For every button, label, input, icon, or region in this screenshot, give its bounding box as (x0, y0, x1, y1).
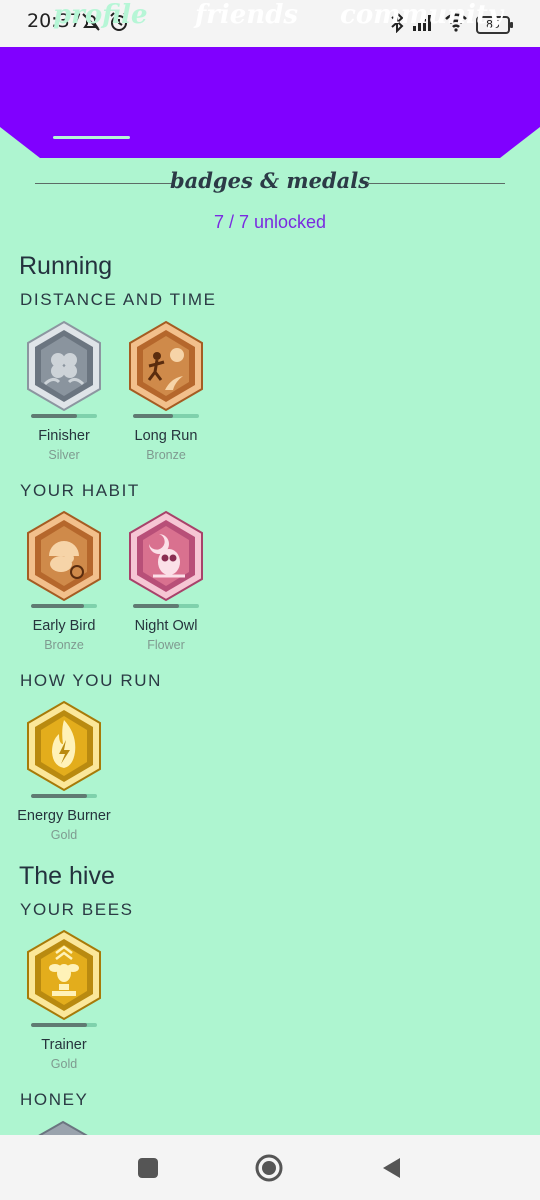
badge-name: Trainer (41, 1037, 87, 1053)
section-title: badges & medals (169, 168, 371, 193)
badge-name: Night Owl (134, 618, 198, 634)
triangle-back-icon (383, 1158, 400, 1178)
circle-icon (255, 1154, 283, 1182)
flame-bolt-medal-icon (27, 700, 101, 792)
unlocked-count: 7 / 7 unlocked (213, 212, 327, 232)
badge-name: Energy Burner (17, 808, 111, 824)
square-icon (138, 1158, 158, 1178)
partial-badge-icon (33, 1120, 93, 1135)
badge-long-run[interactable]: Long Run Bronze (116, 320, 216, 462)
tab-profile[interactable]: profile (53, 0, 148, 30)
subheading-honey: HONEY (20, 1090, 89, 1109)
system-nav-bar (0, 1135, 540, 1200)
badge-night-owl[interactable]: Night Owl Flower (116, 510, 216, 652)
badge-tier: Gold (50, 828, 78, 842)
tab-friends[interactable]: friends (195, 0, 298, 30)
badge-progress (31, 794, 97, 798)
header-bar (0, 47, 540, 158)
badge-name: Early Bird (32, 618, 96, 634)
bee-trophy-medal-icon (27, 929, 101, 1021)
badge-energy-burner[interactable]: Energy Burner Gold (14, 700, 114, 842)
subheading-your-bees: YOUR BEES (20, 900, 134, 919)
badge-tier: Bronze (146, 448, 186, 462)
badge-tier: Silver (48, 448, 80, 462)
badge-finisher[interactable]: Finisher Silver (14, 320, 114, 462)
section-header: badges & medals (35, 168, 505, 198)
badge-progress (31, 414, 97, 418)
group-title-the-hive: The hive (19, 862, 115, 890)
divider (367, 183, 505, 184)
subheading-how-you-run: HOW YOU RUN (20, 671, 162, 690)
home-button[interactable] (254, 1153, 284, 1183)
badge-tier: Gold (50, 1057, 78, 1071)
badge-tier: Bronze (44, 638, 84, 652)
recent-apps-button[interactable] (133, 1153, 163, 1183)
owl-moon-medal-icon (129, 510, 203, 602)
bird-sunrise-medal-icon (27, 510, 101, 602)
badge-early-bird[interactable]: Early Bird Bronze (14, 510, 114, 652)
badge-name: Finisher (38, 428, 90, 444)
badge-trainer[interactable]: Trainer Gold (14, 929, 114, 1071)
badge-progress (31, 1023, 97, 1027)
runner-medal-icon (129, 320, 203, 412)
clover-medal-icon (27, 320, 101, 412)
badge-name: Long Run (134, 428, 198, 444)
tab-community[interactable]: community (340, 0, 503, 30)
subheading-distance-and-time: DISTANCE AND TIME (20, 290, 217, 309)
badge-progress (31, 604, 97, 608)
badge-progress (133, 604, 199, 608)
badge-tier: Flower (147, 638, 185, 652)
badge-progress (133, 414, 199, 418)
back-button[interactable] (377, 1153, 407, 1183)
active-tab-indicator (53, 136, 130, 139)
subheading-your-habit: YOUR HABIT (20, 481, 140, 500)
group-title-running: Running (19, 252, 113, 280)
